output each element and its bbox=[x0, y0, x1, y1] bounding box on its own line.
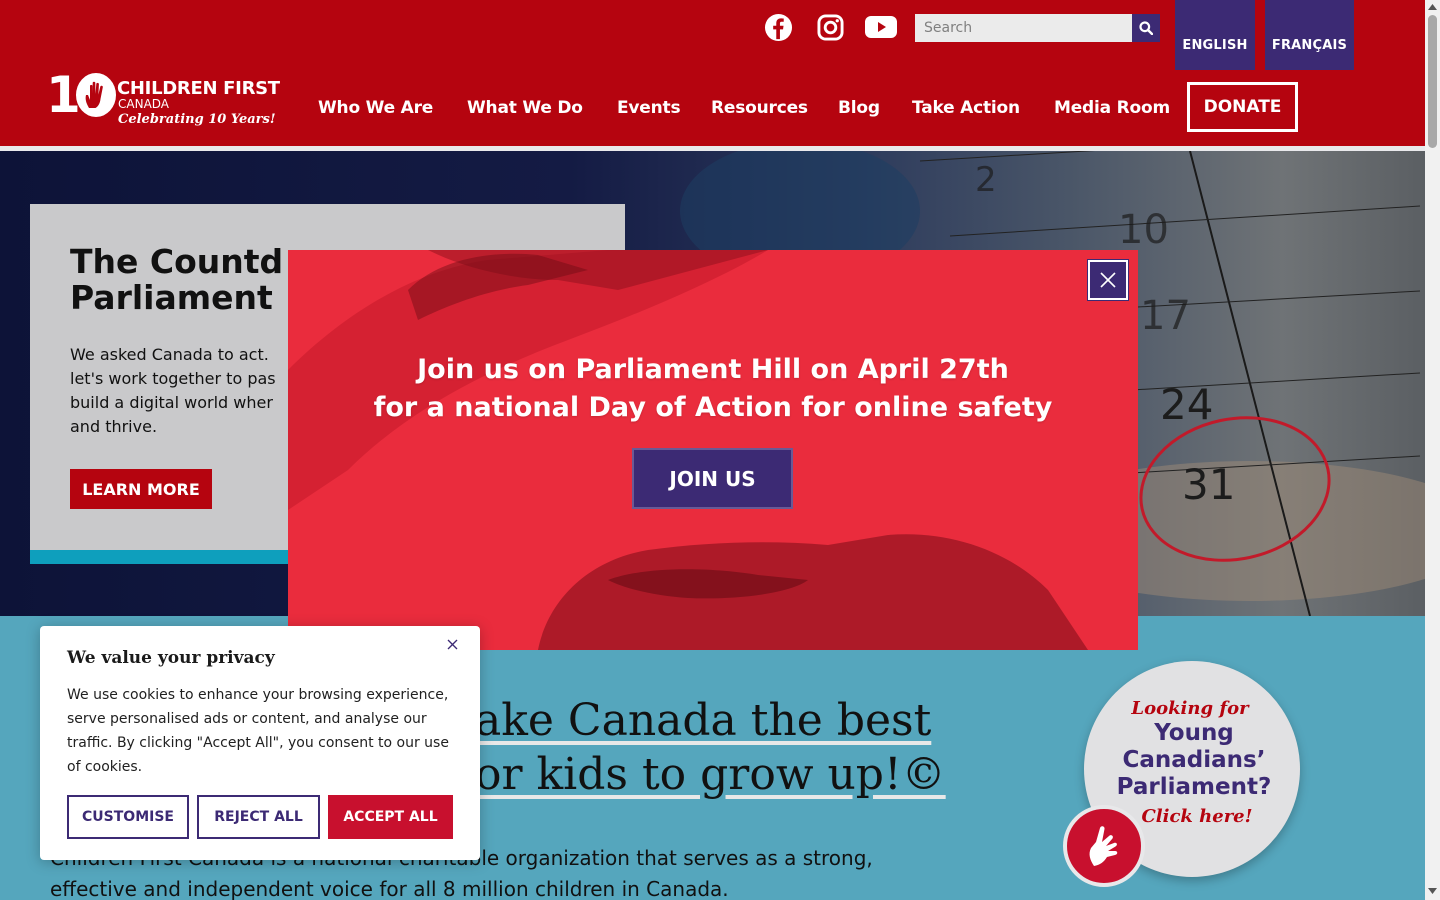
cookie-text: We use cookies to enhance your browsing … bbox=[67, 687, 449, 775]
scroll-up-arrow-icon[interactable] bbox=[1427, 2, 1438, 12]
nav-blog[interactable]: Blog bbox=[838, 98, 880, 118]
tagline-line1: ake Canada the best bbox=[475, 695, 932, 746]
search-icon bbox=[1139, 21, 1153, 35]
accept-all-button[interactable]: ACCEPT ALL bbox=[328, 795, 453, 839]
svg-text:10: 10 bbox=[1118, 207, 1169, 253]
cookie-close-button[interactable] bbox=[444, 636, 460, 652]
logo-tagline: Celebrating 10 Years! bbox=[118, 112, 276, 127]
modal-heading-line2: for a national Day of Action for online … bbox=[373, 392, 1053, 423]
logo-number: 1 bbox=[46, 66, 81, 124]
pointing-hand-icon[interactable] bbox=[1063, 805, 1145, 887]
nav-resources[interactable]: Resources bbox=[711, 98, 808, 118]
svg-text:31: 31 bbox=[1182, 460, 1235, 509]
scroll-down-arrow-icon[interactable] bbox=[1427, 886, 1438, 896]
search-button[interactable] bbox=[1132, 14, 1160, 42]
close-icon bbox=[447, 639, 457, 649]
hand-icon bbox=[85, 81, 103, 108]
logo-title: CHILDREN FIRST bbox=[117, 78, 280, 99]
donate-button[interactable]: DONATE bbox=[1187, 82, 1298, 132]
nav-take-action[interactable]: Take Action bbox=[912, 98, 1020, 118]
modal-heading-line1: Join us on Parliament Hill on April 27th bbox=[417, 354, 1009, 385]
reject-all-button[interactable]: REJECT ALL bbox=[197, 795, 320, 839]
search-input[interactable] bbox=[915, 14, 1132, 42]
instagram-icon[interactable] bbox=[815, 12, 845, 42]
svg-text:24: 24 bbox=[1160, 380, 1213, 429]
site-logo[interactable]: 1 CHILDREN FIRST CANADA Celebrating 10 Y… bbox=[46, 66, 291, 132]
tagline-line2: or kids to grow up!© bbox=[475, 749, 946, 800]
youtube-icon[interactable] bbox=[865, 12, 897, 42]
join-us-button[interactable]: JOIN US bbox=[632, 448, 793, 509]
customise-button[interactable]: CUSTOMISE bbox=[67, 795, 189, 839]
facebook-icon[interactable] bbox=[763, 12, 793, 42]
ycp-looking-for: Looking for bbox=[1131, 698, 1249, 719]
modal-heading: Join us on Parliament Hill on April 27th… bbox=[298, 351, 1128, 427]
cookie-title: We value your privacy bbox=[67, 648, 275, 668]
modal-close-button[interactable] bbox=[1087, 259, 1129, 301]
language-french[interactable]: FRANÇAIS bbox=[1265, 0, 1354, 70]
svg-text:17: 17 bbox=[1140, 293, 1191, 339]
learn-more-button[interactable]: LEARN MORE bbox=[70, 469, 212, 509]
nav-who-we-are[interactable]: Who We Are bbox=[318, 98, 433, 118]
nav-media-room[interactable]: Media Room bbox=[1054, 98, 1170, 118]
language-english[interactable]: ENGLISH bbox=[1175, 0, 1255, 70]
logo-subtitle: CANADA bbox=[118, 97, 170, 111]
nav-events[interactable]: Events bbox=[617, 98, 681, 118]
nav-what-we-do[interactable]: What We Do bbox=[467, 98, 583, 118]
ycp-title: Young Canadians’ Parliament? bbox=[1116, 720, 1272, 800]
scrollbar-thumb[interactable] bbox=[1428, 15, 1437, 148]
close-icon bbox=[1100, 272, 1116, 288]
about-line2: effective and independent voice for all … bbox=[50, 877, 729, 900]
svg-text:2: 2 bbox=[975, 160, 997, 200]
ycp-click-here[interactable]: Click here! bbox=[1132, 806, 1262, 827]
